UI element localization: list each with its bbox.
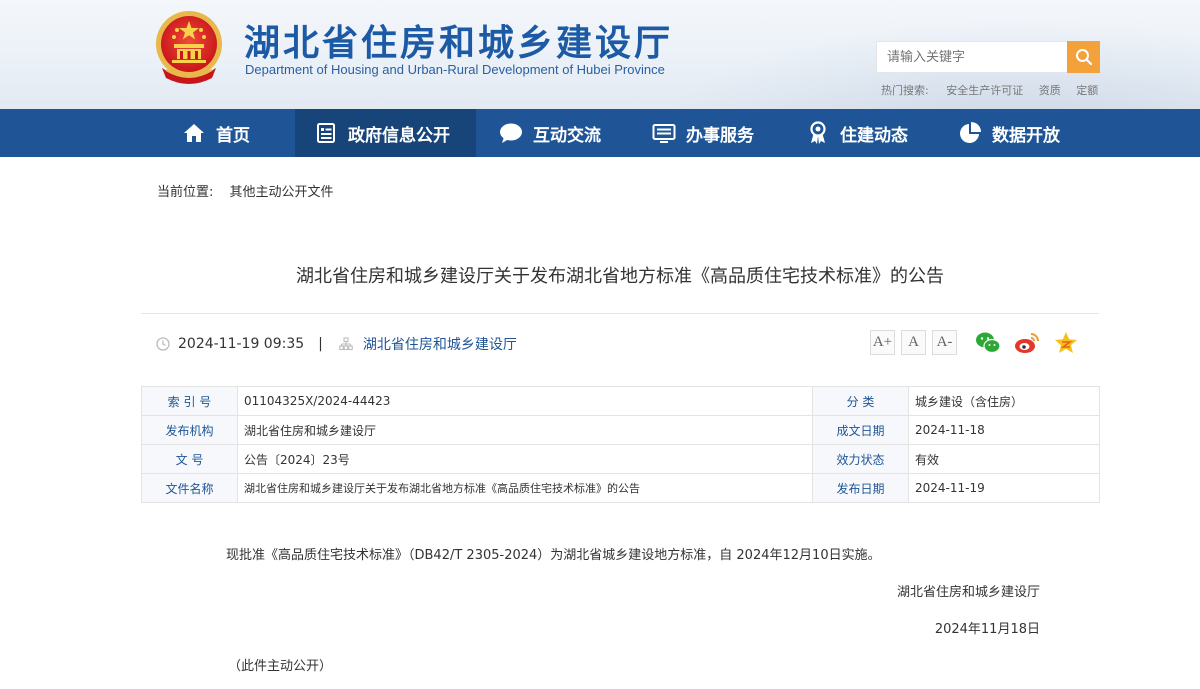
main-nav: 首页 政府信息公开 互动交流 办事服务 住建动态 数据开放	[0, 109, 1200, 157]
nav-item-label: 政府信息公开	[348, 125, 450, 146]
article-body-paragraph: 现批准《高品质住宅技术标准》（DB42/T 2305-2024）为湖北省城乡建设…	[226, 548, 881, 563]
nav-item-label: 住建动态	[840, 125, 908, 146]
info-value: 有效	[908, 444, 1100, 474]
nav-item-label: 数据开放	[992, 125, 1060, 146]
hot-search-item[interactable]: 定额	[1076, 84, 1098, 97]
table-row: 文 号 公告〔2024〕23号 效力状态 有效	[141, 444, 1100, 474]
nav-item-services[interactable]: 办事服务	[652, 109, 754, 157]
site-title: 湖北省住房和城乡建设厅	[244, 22, 674, 64]
home-icon	[182, 121, 206, 145]
breadcrumb-current[interactable]: 其他主动公开文件	[230, 185, 334, 200]
info-key: 发布日期	[812, 473, 909, 503]
monitor-icon	[652, 121, 676, 145]
signature-date: 2024年11月18日	[934, 622, 1040, 637]
font-size-increase-button[interactable]: A+	[870, 330, 895, 355]
article-meta: 2024-11-19 09:35 | 湖北省住房和城乡建设厅	[156, 334, 517, 354]
publisher-name: 湖北省住房和城乡建设厅	[362, 337, 517, 353]
hot-search-item[interactable]: 资质	[1039, 84, 1061, 97]
info-key: 分 类	[812, 386, 909, 416]
pie-chart-icon	[958, 121, 982, 145]
weibo-icon[interactable]	[1014, 330, 1040, 356]
table-row: 索 引 号 01104325X/2024-44423 分 类 城乡建设（含住房）	[141, 386, 1100, 416]
nav-item-open-data[interactable]: 数据开放	[958, 109, 1060, 157]
site-header: 湖北省住房和城乡建设厅 Department of Housing and Ur…	[0, 0, 1200, 109]
nav-item-label: 互动交流	[533, 125, 601, 146]
nav-item-interaction[interactable]: 互动交流	[499, 109, 601, 157]
national-emblem-icon	[156, 11, 222, 84]
info-value: 2024-11-18	[908, 415, 1100, 445]
nav-item-label: 首页	[216, 125, 250, 146]
wechat-icon[interactable]	[975, 330, 1001, 356]
info-key: 效力状态	[812, 444, 909, 474]
document-list-icon	[314, 121, 338, 145]
hot-search-item[interactable]: 安全生产许可证	[946, 84, 1023, 97]
nav-item-label: 办事服务	[686, 125, 754, 146]
article-meta-bar: 2024-11-19 09:35 | 湖北省住房和城乡建设厅 A+ A A-	[141, 313, 1099, 371]
info-key: 文 号	[141, 444, 238, 474]
article-title: 湖北省住房和城乡建设厅关于发布湖北省地方标准《高品质住宅技术标准》的公告	[296, 266, 944, 287]
publish-datetime: 2024-11-19 09:35	[178, 336, 305, 352]
signature-organization: 湖北省住房和城乡建设厅	[896, 585, 1040, 600]
hot-search: 热门搜索: 安全生产许可证 资质 定额	[881, 82, 1110, 98]
info-key: 成文日期	[812, 415, 909, 445]
info-key: 索 引 号	[141, 386, 238, 416]
chat-bubble-icon	[499, 121, 523, 145]
info-value: 2024-11-19	[908, 473, 1100, 503]
nav-item-news[interactable]: 住建动态	[806, 109, 908, 157]
info-value: 城乡建设（含住房）	[908, 386, 1100, 416]
font-size-default-button[interactable]: A	[901, 330, 926, 355]
font-size-decrease-button[interactable]: A-	[932, 330, 957, 355]
info-value: 湖北省住房和城乡建设厅	[237, 415, 813, 445]
breadcrumb: 当前位置: 其他主动公开文件	[157, 181, 334, 200]
search-icon	[1075, 49, 1092, 66]
info-value: 湖北省住房和城乡建设厅关于发布湖北省地方标准《高品质住宅技术标准》的公告	[237, 473, 813, 503]
breadcrumb-label: 当前位置:	[157, 185, 214, 200]
info-value: 公告〔2024〕23号	[237, 444, 813, 474]
favorite-icon[interactable]	[1053, 330, 1079, 356]
hot-search-label: 热门搜索:	[881, 84, 929, 97]
nav-item-gov-info[interactable]: 政府信息公开	[295, 109, 476, 157]
meta-separator: |	[318, 336, 323, 352]
info-key: 文件名称	[141, 473, 238, 503]
table-row: 文件名称 湖北省住房和城乡建设厅关于发布湖北省地方标准《高品质住宅技术标准》的公…	[141, 473, 1100, 503]
nav-item-home[interactable]: 首页	[182, 109, 250, 157]
info-key: 发布机构	[141, 415, 238, 445]
badge-icon	[806, 121, 830, 145]
table-row: 发布机构 湖北省住房和城乡建设厅 成文日期 2024-11-18	[141, 415, 1100, 445]
organization-icon	[339, 337, 353, 351]
clock-icon	[156, 337, 170, 351]
search-button[interactable]	[1067, 41, 1100, 73]
document-info-table: 索 引 号 01104325X/2024-44423 分 类 城乡建设（含住房）…	[141, 386, 1100, 503]
site-subtitle-english: Department of Housing and Urban-Rural De…	[245, 62, 665, 77]
disclosure-note: （此件主动公开）	[228, 659, 333, 674]
search-input[interactable]	[876, 41, 1068, 73]
info-value: 01104325X/2024-44423	[237, 386, 813, 416]
